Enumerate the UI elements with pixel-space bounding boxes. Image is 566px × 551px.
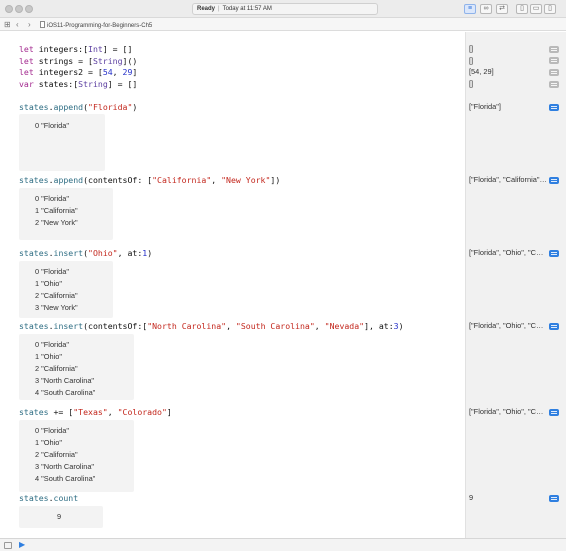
code-line-1[interactable]: let integers:[Int] = [] (19, 44, 132, 56)
bottom-bar: ▶ (0, 538, 566, 551)
version-editor-button[interactable]: ⇄ (496, 4, 508, 14)
status-separator: | (218, 6, 220, 12)
status-timestamp: Today at 11:57 AM (222, 6, 272, 12)
code-line-3[interactable]: let integers2 = [54, 29] (19, 67, 137, 79)
breadcrumb[interactable]: iOS11-Programming-for-Beginners-Ch5 (40, 21, 152, 30)
quick-look-icon[interactable] (549, 177, 559, 184)
inline-result-line: 0 "Florida" (35, 426, 70, 435)
standard-editor-button[interactable]: ≡ (464, 4, 476, 14)
title-bar: Ready | Today at 11:57 AM ≡ ∞ ⇄ ▯ ▭ ▯ (0, 0, 566, 18)
playground-file-icon (40, 21, 45, 28)
chevron-left-icon[interactable]: ‹ (16, 20, 19, 29)
sidebar-result[interactable]: [] (469, 79, 473, 88)
inline-result-line: 3 "North Carolina" (35, 376, 95, 385)
navigator-toggle-button[interactable]: ▯ (516, 4, 528, 14)
utilities-toggle-button[interactable]: ▯ (544, 4, 556, 14)
inline-result-line: 4 "South Carolina" (35, 388, 96, 397)
sidebar-result[interactable]: ["Florida", "Ohio", "California", "New Y… (469, 248, 547, 257)
inline-result-line: 0 "Florida" (35, 121, 70, 130)
breadcrumb-filename: iOS11-Programming-for-Beginners-Ch5 (47, 23, 153, 29)
sidebar-result[interactable]: ["Florida", "Ohio", "California", "North… (469, 407, 547, 416)
inline-result-line: 1 "Ohio" (35, 279, 63, 288)
inline-result-line: 2 "California" (35, 450, 78, 459)
chevron-right-icon[interactable]: › (28, 20, 31, 29)
quick-look-icon[interactable] (549, 69, 559, 76)
sidebar-result[interactable]: [] (469, 56, 473, 65)
quick-look-icon[interactable] (549, 81, 559, 88)
code-line-7[interactable]: states.insert("Ohio", at:1) (19, 248, 152, 260)
sidebar-result[interactable]: [] (469, 44, 473, 53)
code-line-8[interactable]: states.insert(contentsOf:["North Carolin… (19, 321, 404, 333)
jump-bar: ⊞ ‹ › iOS11-Programming-for-Beginners-Ch… (0, 18, 566, 31)
inline-result-line: 0 "Florida" (35, 194, 70, 203)
related-items-icon[interactable]: ⊞ (4, 20, 11, 29)
code-line-9[interactable]: states += ["Texas", "Colorado"] (19, 407, 172, 419)
zoom-window-button[interactable] (25, 5, 33, 13)
debug-area-toggle-button[interactable]: ▭ (530, 4, 542, 14)
code-line-4[interactable]: var states:[String] = [] (19, 79, 137, 91)
inline-result-line: 0 "Florida" (35, 267, 70, 276)
minimize-window-button[interactable] (15, 5, 23, 13)
run-triangle-icon[interactable]: ▶ (19, 541, 25, 549)
code-line-6[interactable]: states.append(contentsOf: ["California",… (19, 175, 280, 187)
sidebar-result[interactable]: ["Florida"] (469, 102, 547, 111)
close-window-button[interactable] (5, 5, 13, 13)
code-line-5[interactable]: states.append("Florida") (19, 102, 137, 114)
sidebar-result[interactable]: [54, 29] (469, 67, 494, 76)
debug-area-icon[interactable] (4, 542, 12, 549)
quick-look-icon[interactable] (549, 323, 559, 330)
quick-look-icon[interactable] (549, 495, 559, 502)
inline-result-line: 2 "New York" (35, 218, 78, 227)
inline-result-line: 3 "New York" (35, 303, 78, 312)
inline-result-line: 3 "North Carolina" (35, 462, 95, 471)
quick-look-icon[interactable] (549, 409, 559, 416)
inline-result-line: 9 (57, 512, 62, 521)
code-line-10[interactable]: states.count (19, 493, 78, 505)
inline-result-line: 1 "California" (35, 206, 78, 215)
inline-result-line: 2 "California" (35, 364, 78, 373)
quick-look-icon[interactable] (549, 46, 559, 53)
inline-result-line: 4 "South Carolina" (35, 474, 96, 483)
quick-look-icon[interactable] (549, 57, 559, 64)
quick-look-icon[interactable] (549, 250, 559, 257)
inline-result-line: 1 "Ohio" (35, 438, 63, 447)
code-line-2[interactable]: let strings = [String]() (19, 56, 137, 68)
assistant-editor-button[interactable]: ∞ (480, 4, 492, 14)
status-text: Ready (197, 6, 216, 12)
sidebar-result[interactable]: ["Florida", "California", "New York"] (469, 175, 547, 184)
inline-result-line: 0 "Florida" (35, 340, 70, 349)
activity-status: Ready | Today at 11:57 AM (192, 3, 378, 15)
inline-result-line: 1 "Ohio" (35, 352, 63, 361)
sidebar-result[interactable]: ["Florida", "Ohio", "California", "North… (469, 321, 547, 330)
sidebar-result[interactable]: 9 (469, 493, 473, 502)
inline-result-line: 2 "California" (35, 291, 78, 300)
quick-look-icon[interactable] (549, 104, 559, 111)
